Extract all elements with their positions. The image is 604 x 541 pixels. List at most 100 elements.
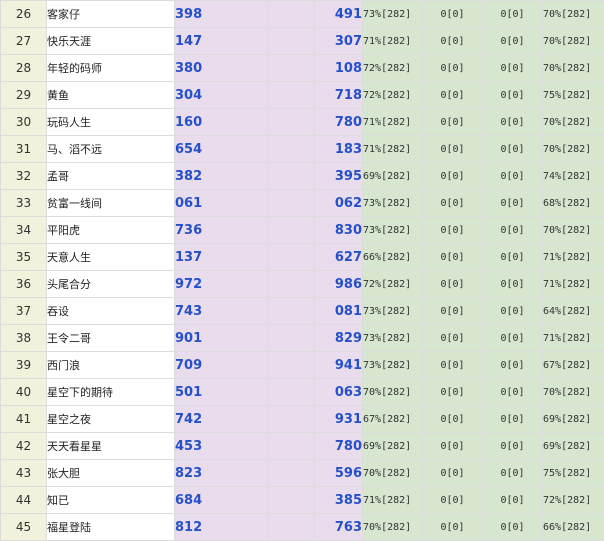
score2-cell: 183: [315, 136, 363, 163]
stat2-cell: 0[0]: [483, 82, 543, 109]
stat1-cell: 0[0]: [423, 406, 483, 433]
score1-cell: 743: [175, 298, 268, 325]
stat2-cell: 0[0]: [483, 190, 543, 217]
rate2-cell: 72%[282]: [543, 487, 604, 514]
score2-cell: 986: [315, 271, 363, 298]
stat2-cell: 0[0]: [483, 406, 543, 433]
rank-cell: 41: [1, 406, 47, 433]
name-cell: 天天看星星: [47, 433, 175, 460]
score1-cell: 742: [175, 406, 268, 433]
rate2-cell: 71%[282]: [543, 325, 604, 352]
stat1-cell: 0[0]: [423, 109, 483, 136]
name-cell: 王令二哥: [47, 325, 175, 352]
rate2-cell: 75%[282]: [543, 82, 604, 109]
score1-cell: 501: [175, 379, 268, 406]
score2-cell: 596: [315, 460, 363, 487]
stat2-cell: 0[0]: [483, 379, 543, 406]
table-row[interactable]: 44 知已 684 385 71%[282] 0[0] 0[0] 72%[282…: [1, 487, 604, 514]
table-row[interactable]: 32 孟哥 382 395 69%[282] 0[0] 0[0] 74%[282…: [1, 163, 604, 190]
table-row[interactable]: 38 王令二哥 901 829 73%[282] 0[0] 0[0] 71%[2…: [1, 325, 604, 352]
blank-cell: [268, 109, 315, 136]
stat1-cell: 0[0]: [423, 352, 483, 379]
table-row[interactable]: 33 贫富一线间 061 062 73%[282] 0[0] 0[0] 68%[…: [1, 190, 604, 217]
rate2-cell: 71%[282]: [543, 244, 604, 271]
table-row[interactable]: 42 天天看星星 453 780 69%[282] 0[0] 0[0] 69%[…: [1, 433, 604, 460]
name-cell: 福星登陆: [47, 514, 175, 541]
score1-cell: 901: [175, 325, 268, 352]
rate1-cell: 70%[282]: [363, 460, 423, 487]
rank-cell: 43: [1, 460, 47, 487]
table-row[interactable]: 45 福星登陆 812 763 70%[282] 0[0] 0[0] 66%[2…: [1, 514, 604, 541]
score2-cell: 395: [315, 163, 363, 190]
rank-cell: 32: [1, 163, 47, 190]
blank-cell: [268, 460, 315, 487]
name-cell: 头尾合分: [47, 271, 175, 298]
table-row[interactable]: 34 平阳虎 736 830 73%[282] 0[0] 0[0] 70%[28…: [1, 217, 604, 244]
table-row[interactable]: 27 快乐天涯 147 307 71%[282] 0[0] 0[0] 70%[2…: [1, 28, 604, 55]
table-row[interactable]: 29 黄鱼 304 718 72%[282] 0[0] 0[0] 75%[282…: [1, 82, 604, 109]
name-cell: 天意人生: [47, 244, 175, 271]
score2-cell: 780: [315, 433, 363, 460]
stat2-cell: 0[0]: [483, 244, 543, 271]
blank-cell: [268, 244, 315, 271]
rank-cell: 31: [1, 136, 47, 163]
rank-cell: 42: [1, 433, 47, 460]
rate2-cell: 70%[282]: [543, 379, 604, 406]
score1-cell: 398: [175, 1, 268, 28]
name-cell: 年轻的码师: [47, 55, 175, 82]
rate1-cell: 73%[282]: [363, 298, 423, 325]
table-row[interactable]: 36 头尾合分 972 986 72%[282] 0[0] 0[0] 71%[2…: [1, 271, 604, 298]
table-row[interactable]: 35 天意人生 137 627 66%[282] 0[0] 0[0] 71%[2…: [1, 244, 604, 271]
stat1-cell: 0[0]: [423, 433, 483, 460]
score2-cell: 780: [315, 109, 363, 136]
stat1-cell: 0[0]: [423, 136, 483, 163]
rate2-cell: 70%[282]: [543, 109, 604, 136]
table-row[interactable]: 41 星空之夜 742 931 67%[282] 0[0] 0[0] 69%[2…: [1, 406, 604, 433]
name-cell: 星空下的期待: [47, 379, 175, 406]
stat1-cell: 0[0]: [423, 163, 483, 190]
score2-cell: 763: [315, 514, 363, 541]
table-row[interactable]: 39 西门浪 709 941 73%[282] 0[0] 0[0] 67%[28…: [1, 352, 604, 379]
score2-cell: 063: [315, 379, 363, 406]
score1-cell: 380: [175, 55, 268, 82]
rank-cell: 30: [1, 109, 47, 136]
rate1-cell: 69%[282]: [363, 433, 423, 460]
score1-cell: 823: [175, 460, 268, 487]
table-row[interactable]: 30 玩码人生 160 780 71%[282] 0[0] 0[0] 70%[2…: [1, 109, 604, 136]
blank-cell: [268, 433, 315, 460]
stat2-cell: 0[0]: [483, 55, 543, 82]
score1-cell: 453: [175, 433, 268, 460]
rank-cell: 29: [1, 82, 47, 109]
rate1-cell: 70%[282]: [363, 379, 423, 406]
blank-cell: [268, 298, 315, 325]
rank-cell: 44: [1, 487, 47, 514]
stat1-cell: 0[0]: [423, 298, 483, 325]
name-cell: 张大胆: [47, 460, 175, 487]
rate2-cell: 69%[282]: [543, 406, 604, 433]
table-row[interactable]: 28 年轻的码师 380 108 72%[282] 0[0] 0[0] 70%[…: [1, 55, 604, 82]
stat1-cell: 0[0]: [423, 244, 483, 271]
rank-cell: 39: [1, 352, 47, 379]
score2-cell: 081: [315, 298, 363, 325]
score2-cell: 931: [315, 406, 363, 433]
table-row[interactable]: 37 吞设 743 081 73%[282] 0[0] 0[0] 64%[282…: [1, 298, 604, 325]
table-row[interactable]: 26 客家仔 398 491 73%[282] 0[0] 0[0] 70%[28…: [1, 1, 604, 28]
blank-cell: [268, 271, 315, 298]
stat1-cell: 0[0]: [423, 217, 483, 244]
blank-cell: [268, 163, 315, 190]
score1-cell: 061: [175, 190, 268, 217]
score2-cell: 830: [315, 217, 363, 244]
stat2-cell: 0[0]: [483, 163, 543, 190]
rank-cell: 38: [1, 325, 47, 352]
rate2-cell: 70%[282]: [543, 217, 604, 244]
table-row[interactable]: 40 星空下的期待 501 063 70%[282] 0[0] 0[0] 70%…: [1, 379, 604, 406]
rank-cell: 27: [1, 28, 47, 55]
rate1-cell: 73%[282]: [363, 217, 423, 244]
blank-cell: [268, 406, 315, 433]
table-row[interactable]: 31 马、滔不远 654 183 71%[282] 0[0] 0[0] 70%[…: [1, 136, 604, 163]
score2-cell: 385: [315, 487, 363, 514]
stat2-cell: 0[0]: [483, 217, 543, 244]
stat1-cell: 0[0]: [423, 28, 483, 55]
table-row[interactable]: 43 张大胆 823 596 70%[282] 0[0] 0[0] 75%[28…: [1, 460, 604, 487]
blank-cell: [268, 217, 315, 244]
